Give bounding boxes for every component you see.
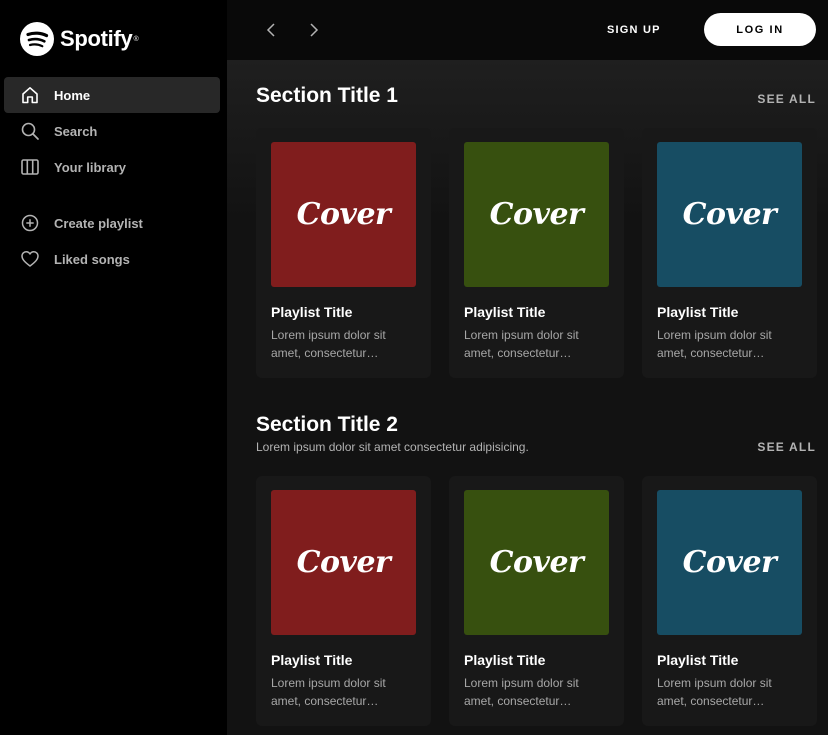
playlist-title: Playlist Title: [464, 304, 546, 320]
create-playlist-button[interactable]: Create playlist: [4, 205, 220, 241]
sidebar-actions: Create playlist Liked songs: [4, 205, 220, 277]
playlist-cover: Cover: [271, 142, 416, 287]
playlist-description: Lorem ipsum dolor sit amet, consectetur …: [657, 328, 772, 360]
sidebar-item-label: Your library: [54, 159, 127, 175]
cover-text: Cover: [682, 545, 777, 580]
cover-text: Cover: [296, 197, 391, 232]
home-icon: [20, 85, 40, 105]
playlist-description: Lorem ipsum dolor sit amet, consectetur …: [271, 328, 386, 360]
section-title: Section Title 1: [256, 84, 398, 107]
sidebar-item-home[interactable]: Home: [4, 77, 220, 113]
plus-circle-icon: [20, 213, 40, 233]
brand-registered-mark: ®: [133, 35, 139, 43]
sidebar-item-label: Home: [54, 87, 91, 103]
cover-text: Cover: [489, 197, 584, 232]
playlist-description: Lorem ipsum dolor sit amet, consectetur …: [271, 676, 386, 708]
section-2: Section Title 2 Lorem ipsum dolor sit am…: [256, 413, 816, 454]
sign-up-button[interactable]: SIGN UP: [607, 20, 661, 40]
playlist-cover: Cover: [464, 490, 609, 635]
sidebar-item-library[interactable]: Your library: [4, 149, 220, 185]
spotify-logo-icon: [20, 22, 54, 56]
back-button[interactable]: [259, 18, 283, 42]
main-content: Section Title 1 SEE ALL Cover Playlist T…: [227, 60, 828, 735]
playlist-cover: Cover: [657, 490, 802, 635]
playlist-cover: Cover: [657, 142, 802, 287]
cover-text: Cover: [489, 545, 584, 580]
brand-name: Spotify: [60, 26, 133, 51]
playlist-title: Playlist Title: [271, 652, 353, 668]
card-row-2: Cover Playlist Title Lorem ipsum dolor s…: [256, 476, 817, 726]
playlist-title: Playlist Title: [464, 652, 546, 668]
chevron-left-icon: [266, 23, 275, 37]
top-bar: SIGN UP LOG IN: [227, 0, 828, 60]
playlist-card[interactable]: Cover Playlist Title Lorem ipsum dolor s…: [449, 476, 624, 726]
see-all-link[interactable]: SEE ALL: [757, 440, 816, 454]
playlist-description: Lorem ipsum dolor sit amet, consectetur …: [464, 328, 579, 360]
cover-text: Cover: [296, 545, 391, 580]
playlist-description: Lorem ipsum dolor sit amet, consectetur …: [657, 676, 772, 708]
section-subtitle: Lorem ipsum dolor sit amet consectetur a…: [256, 440, 529, 454]
playlist-card[interactable]: Cover Playlist Title Lorem ipsum dolor s…: [642, 476, 817, 726]
library-icon: [20, 157, 40, 177]
playlist-card[interactable]: Cover Playlist Title Lorem ipsum dolor s…: [449, 128, 624, 378]
search-icon: [20, 121, 40, 141]
playlist-cover: Cover: [464, 142, 609, 287]
spotify-logo[interactable]: Spotify ®: [20, 22, 139, 56]
playlist-description: Lorem ipsum dolor sit amet, consectetur …: [464, 676, 579, 708]
heart-icon: [20, 249, 40, 269]
card-row-1: Cover Playlist Title Lorem ipsum dolor s…: [256, 128, 817, 378]
cover-text: Cover: [682, 197, 777, 232]
log-in-button[interactable]: LOG IN: [704, 13, 816, 46]
sidebar-item-label: Search: [54, 123, 98, 139]
playlist-cover: Cover: [271, 490, 416, 635]
sidebar-nav: Home Search Your library: [4, 77, 220, 185]
section-1: Section Title 1 SEE ALL: [256, 84, 816, 108]
liked-songs-button[interactable]: Liked songs: [4, 241, 220, 277]
see-all-link[interactable]: SEE ALL: [757, 92, 816, 106]
forward-button[interactable]: [302, 18, 326, 42]
liked-songs-label: Liked songs: [54, 251, 130, 267]
playlist-title: Playlist Title: [657, 652, 739, 668]
section-title: Section Title 2: [256, 413, 398, 436]
playlist-card[interactable]: Cover Playlist Title Lorem ipsum dolor s…: [642, 128, 817, 378]
playlist-title: Playlist Title: [657, 304, 739, 320]
playlist-card[interactable]: Cover Playlist Title Lorem ipsum dolor s…: [256, 476, 431, 726]
create-playlist-label: Create playlist: [54, 215, 143, 231]
sidebar-item-search[interactable]: Search: [4, 113, 220, 149]
playlist-card[interactable]: Cover Playlist Title Lorem ipsum dolor s…: [256, 128, 431, 378]
sidebar: Spotify ® Home Search Your library Creat…: [0, 0, 227, 735]
chevron-right-icon: [310, 23, 319, 37]
playlist-title: Playlist Title: [271, 304, 353, 320]
